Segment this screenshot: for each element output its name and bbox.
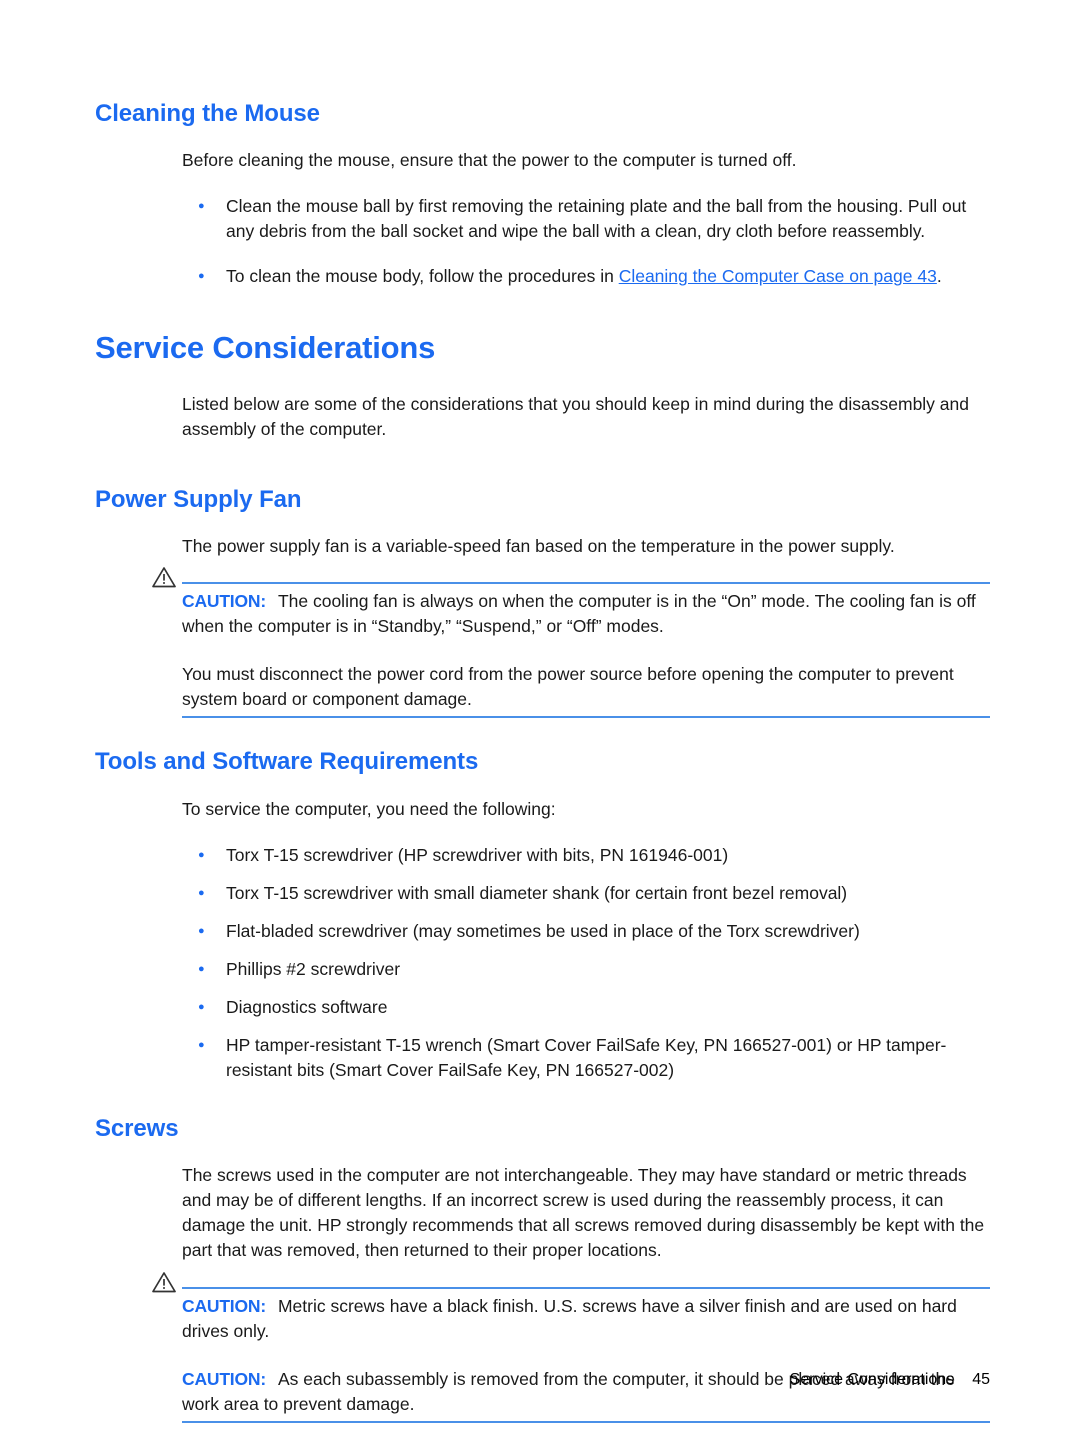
list-cleaning-mouse-steps: Clean the mouse ball by first removing t… (182, 193, 990, 289)
footer-section-title: Service Considerations (789, 1371, 955, 1388)
heading-power-supply-fan: Power Supply Fan (95, 485, 302, 513)
list-item-text: HP tamper-resistant T-15 wrench (Smart C… (226, 1034, 947, 1080)
heading-tools-and-software-requirements: Tools and Software Requirements (95, 748, 479, 776)
caution-rule-bottom (182, 716, 990, 719)
warning-triangle-icon (152, 1271, 176, 1293)
page-footer: Service Considerations 45 (0, 1371, 990, 1389)
paragraph-cleaning-intro: Before cleaning the mouse, ensure that t… (182, 149, 797, 170)
list-item-text-prefix: To clean the mouse body, follow the proc… (226, 265, 619, 286)
paragraph-screws: The screws used in the computer are not … (182, 1165, 985, 1261)
list-item-text: Phillips #2 screwdriver (226, 958, 401, 979)
document-page: Cleaning the Mouse Before cleaning the m… (0, 0, 1080, 1437)
list-item: HP tamper-resistant T-15 wrench (Smart C… (182, 1032, 990, 1083)
list-item-text: Diagnostics software (226, 996, 388, 1017)
caution-block-metric-screws: CAUTION: Metric screws have a black finis… (152, 1272, 990, 1424)
list-item-text: Clean the mouse ball by first removing t… (226, 195, 967, 241)
caution-rule-group-bottom (182, 716, 990, 719)
caution-rule-bottom (182, 1421, 990, 1424)
list-item-text-suffix: . (936, 265, 942, 286)
caution-text: The cooling fan is always on when the co… (182, 591, 976, 637)
caution-content: CAUTION: The cooling fan is always on whe… (152, 567, 990, 639)
link-cleaning-the-computer-case[interactable]: Cleaning the Computer Case on page 43 (619, 266, 937, 286)
heading-screws: Screws (95, 1114, 179, 1142)
caution-text: Metric screws have a black finish. U.S. … (182, 1296, 957, 1342)
caution-block-cooling-fan: CAUTION: The cooling fan is always on whe… (152, 567, 990, 639)
list-item-text: Torx T-15 screwdriver (HP screwdriver wi… (226, 844, 729, 865)
paragraph-power-supply-fan: The power supply fan is a variable-speed… (182, 536, 895, 557)
heading-service-considerations: Service Considerations (95, 329, 436, 365)
paragraph-tools-intro: To service the computer, you need the fo… (182, 798, 556, 819)
caution-label: CAUTION: (182, 591, 266, 612)
caution-rule-top (182, 582, 990, 585)
list-item: Diagnostics software (182, 994, 990, 1020)
list-item: Torx T-15 screwdriver with small diamete… (182, 880, 990, 906)
caution-label: CAUTION: (182, 1296, 266, 1317)
caution-rule-top (182, 1287, 990, 1290)
list-tools-requirements: Torx T-15 screwdriver (HP screwdriver wi… (182, 842, 990, 1083)
paragraph-disconnect-power-cord: You must disconnect the power cord from … (182, 664, 954, 710)
warning-triangle-icon (152, 566, 176, 588)
list-item-text: Flat-bladed screwdriver (may sometimes b… (226, 920, 860, 941)
list-item: Torx T-15 screwdriver (HP screwdriver wi… (182, 842, 990, 868)
list-item: Phillips #2 screwdriver (182, 956, 990, 982)
paragraph-service-considerations-intro: Listed below are some of the considerati… (182, 393, 969, 439)
list-item: Flat-bladed screwdriver (may sometimes b… (182, 918, 990, 944)
heading-cleaning-the-mouse: Cleaning the Mouse (95, 100, 320, 127)
list-item: To clean the mouse body, follow the proc… (182, 263, 990, 289)
list-item: Clean the mouse ball by first removing t… (182, 193, 990, 244)
list-item-text: Torx T-15 screwdriver with small diamete… (226, 882, 848, 903)
footer-page-number: 45 (972, 1371, 990, 1388)
caution-content: CAUTION: Metric screws have a black finis… (152, 1272, 990, 1344)
